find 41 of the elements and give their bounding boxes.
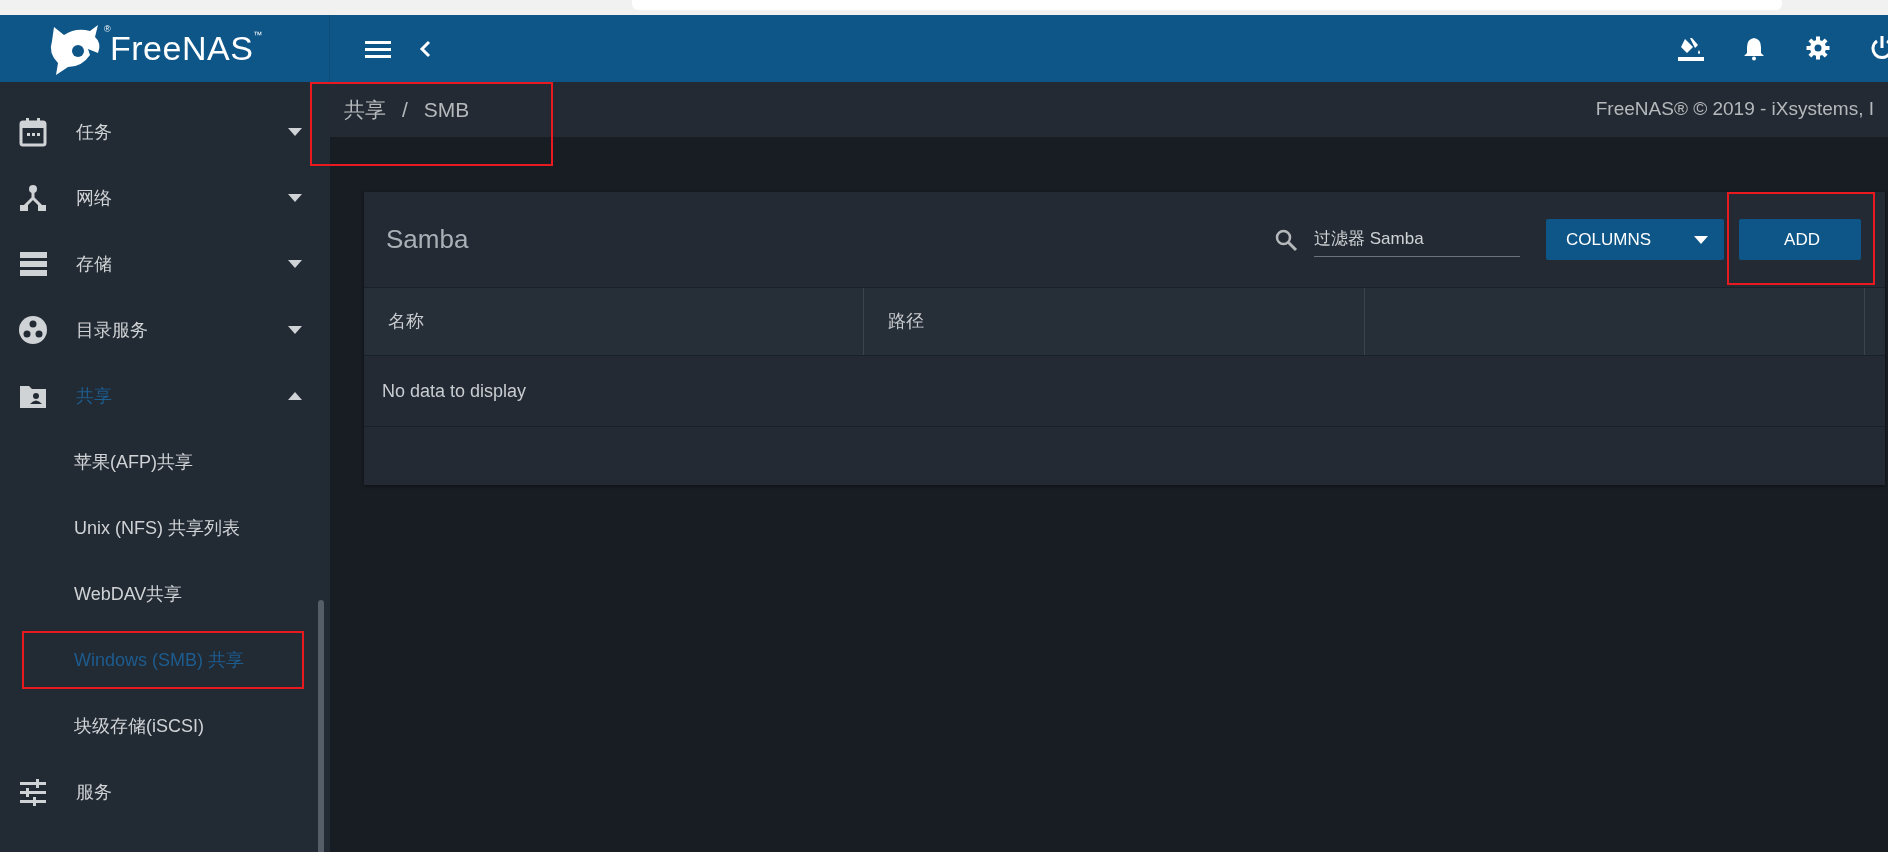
sidebar-item[interactable]: 网络 <box>0 165 330 231</box>
power-icon[interactable] <box>1870 35 1888 62</box>
caret-down-icon <box>288 128 302 136</box>
back-icon[interactable] <box>419 39 431 58</box>
menu-icon[interactable] <box>365 38 391 59</box>
breadcrumb-separator: / <box>402 96 408 123</box>
logo-text: FreeNAS$^{™}$ <box>110 29 263 67</box>
calendar-icon <box>18 117 48 147</box>
sliders-icon <box>18 777 48 807</box>
caret-up-icon <box>288 392 302 400</box>
storage-icon <box>18 249 48 279</box>
sidebar-subitem[interactable]: 苹果(AFP)共享 <box>0 429 330 495</box>
logo-icon <box>48 22 102 75</box>
network-icon <box>18 183 48 213</box>
copyright-text: FreeNAS® © 2019 - iXsystems, I <box>1595 97 1874 122</box>
card-title: Samba <box>386 223 469 256</box>
column-header[interactable]: 路径 <box>888 308 925 335</box>
sidebar-item[interactable]: 任务 <box>0 99 330 165</box>
settings-icon[interactable] <box>1806 35 1832 62</box>
search-icon <box>1274 227 1298 252</box>
caret-down-icon <box>288 260 302 268</box>
breadcrumb-item[interactable]: SMB <box>423 93 470 126</box>
caret-down-icon <box>1694 235 1708 244</box>
circle-dots-icon <box>18 315 48 345</box>
column-header[interactable]: 名称 <box>388 308 424 335</box>
sidebar-subitem[interactable]: 块级存储(iSCSI) <box>0 693 330 759</box>
paint-bucket-icon[interactable] <box>1678 35 1704 62</box>
columns-dropdown[interactable]: COLUMNS <box>1546 219 1724 260</box>
sidebar-item[interactable]: 存储 <box>0 231 330 297</box>
sidebar-item[interactable]: 目录服务 <box>0 297 330 363</box>
empty-message: No data to display <box>382 379 527 403</box>
caret-down-icon <box>288 194 302 202</box>
scrollbar[interactable] <box>318 600 324 852</box>
sidebar-subitem[interactable]: Unix (NFS) 共享列表 <box>0 495 330 561</box>
sidebar-item[interactable]: 服务 <box>0 759 330 825</box>
registered-mark: ® <box>104 23 111 36</box>
sidebar-subitem[interactable]: WebDAV共享 <box>0 561 330 627</box>
caret-down-icon <box>288 326 302 334</box>
breadcrumb-item[interactable]: 共享 <box>344 93 386 126</box>
add-button[interactable]: ADD <box>1739 219 1861 260</box>
search-field[interactable]: 过滤器 Samba <box>1314 222 1520 257</box>
